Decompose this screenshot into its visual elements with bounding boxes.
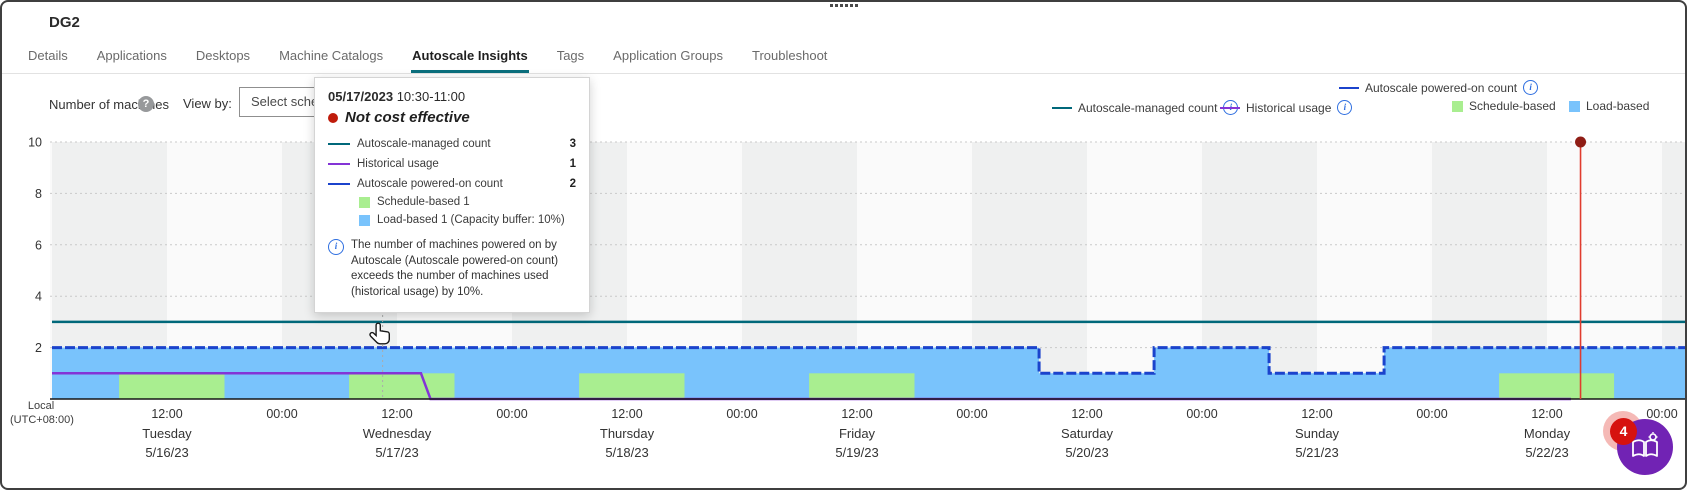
x-tick-label: 12:00 xyxy=(1531,407,1562,421)
x-day-label: Tuesday xyxy=(142,426,192,441)
page-title: DG2 xyxy=(49,14,80,31)
y-tick-label: 2 xyxy=(35,341,42,355)
legend-item-load-based: Load-based xyxy=(1569,99,1649,113)
tab-desktops[interactable]: Desktops xyxy=(195,42,251,73)
info-icon[interactable]: i xyxy=(1337,100,1352,115)
legend-item-schedule-based: Schedule-based xyxy=(1452,99,1556,113)
x-date-label: 5/17/23 xyxy=(375,445,418,460)
teal-line-swatch-icon xyxy=(1052,107,1072,109)
x-tick-label: 12:00 xyxy=(611,407,642,421)
schedule-based-block xyxy=(579,373,684,399)
teal-line-swatch-icon xyxy=(328,143,350,145)
timezone-label: Local (UTC+08:00) xyxy=(10,399,72,428)
window-drag-handle-icon[interactable] xyxy=(830,4,858,7)
tooltip-note: i The number of machines powered on by A… xyxy=(328,238,576,300)
schedule-based-block xyxy=(1499,373,1614,399)
x-date-label: 5/16/23 xyxy=(145,445,188,460)
x-day-label: Monday xyxy=(1524,426,1571,441)
x-tick-label: 00:00 xyxy=(496,407,527,421)
tooltip-status: Not cost effective xyxy=(328,109,576,126)
x-date-label: 5/20/23 xyxy=(1065,445,1108,460)
y-tick-label: 8 xyxy=(35,187,42,201)
tooltip-row: Historical usage 1 xyxy=(328,158,576,170)
x-tick-label: 12:00 xyxy=(151,407,182,421)
notification-badge[interactable]: 4 xyxy=(1610,418,1637,445)
x-day-label: Friday xyxy=(839,426,876,441)
chart-tooltip: 05/17/2023 10:30-11:00 Not cost effectiv… xyxy=(314,77,590,313)
x-day-label: Sunday xyxy=(1295,426,1340,441)
current-time-dot xyxy=(1575,137,1586,148)
purple-line-swatch-icon xyxy=(1220,107,1240,109)
x-day-label: Thursday xyxy=(600,426,655,441)
x-day-label: Wednesday xyxy=(363,426,432,441)
y-tick-label: 4 xyxy=(35,290,42,304)
legend-item-powered-on-count: Autoscale powered-on count i xyxy=(1339,80,1538,95)
tab-machine-catalogs[interactable]: Machine Catalogs xyxy=(278,42,384,73)
y-tick-label: 10 xyxy=(28,136,42,150)
x-date-label: 5/18/23 xyxy=(605,445,648,460)
schedule-based-block xyxy=(349,373,454,399)
x-tick-label: 00:00 xyxy=(956,407,987,421)
x-tick-label: 12:00 xyxy=(841,407,872,421)
autoscale-insights-window: DG2 Details Applications Desktops Machine C… xyxy=(0,0,1687,490)
x-date-label: 5/19/23 xyxy=(835,445,878,460)
info-icon: i xyxy=(328,239,344,255)
x-date-label: 5/22/23 xyxy=(1525,445,1568,460)
tab-tags[interactable]: Tags xyxy=(556,42,585,73)
blue-line-swatch-icon xyxy=(1339,87,1359,89)
tab-application-groups[interactable]: Application Groups xyxy=(612,42,724,73)
x-day-label: Saturday xyxy=(1061,426,1114,441)
tooltip-row: Autoscale powered-on count 2 xyxy=(328,178,576,190)
tab-troubleshoot[interactable]: Troubleshoot xyxy=(751,42,828,73)
legend-item-managed-count: Autoscale-managed count i xyxy=(1052,100,1238,115)
tab-applications[interactable]: Applications xyxy=(96,42,168,73)
blue-square-swatch-icon xyxy=(1569,101,1580,112)
blue-line-swatch-icon xyxy=(328,183,350,185)
blue-square-swatch-icon xyxy=(359,215,370,226)
schedule-based-block xyxy=(809,373,914,399)
x-tick-label: 00:00 xyxy=(1186,407,1217,421)
x-tick-label: 12:00 xyxy=(1301,407,1332,421)
green-square-swatch-icon xyxy=(359,197,370,208)
tooltip-row: Schedule-based 1 xyxy=(328,196,576,208)
y-tick-label: 6 xyxy=(35,238,42,252)
view-by-label: View by: xyxy=(183,96,232,111)
tab-autoscale-insights[interactable]: Autoscale Insights xyxy=(411,42,529,73)
schedule-based-block xyxy=(119,373,224,399)
x-date-label: 5/21/23 xyxy=(1295,445,1338,460)
tooltip-row: Load-based 1 (Capacity buffer: 10%) xyxy=(328,214,576,226)
purple-line-swatch-icon xyxy=(328,163,350,165)
red-dot-icon xyxy=(328,113,338,123)
x-tick-label: 12:00 xyxy=(1071,407,1102,421)
tooltip-datetime: 05/17/2023 10:30-11:00 xyxy=(328,89,576,104)
x-tick-label: 00:00 xyxy=(1416,407,1447,421)
x-tick-label: 00:00 xyxy=(266,407,297,421)
tab-details[interactable]: Details xyxy=(27,42,69,73)
info-icon[interactable]: i xyxy=(1523,80,1538,95)
autoscale-usage-chart[interactable]: 2 4 6 8 10 12:00 Tuesday 5/16/23 00:00 12:00 Wedne… xyxy=(2,130,1685,465)
tooltip-row: Autoscale-managed count 3 xyxy=(328,138,576,150)
help-icon[interactable]: ? xyxy=(138,96,154,112)
x-tick-label: 00:00 xyxy=(726,407,757,421)
tab-bar: Details Applications Desktops Machine Catal… xyxy=(2,42,1685,74)
green-square-swatch-icon xyxy=(1452,101,1463,112)
x-tick-label: 12:00 xyxy=(381,407,412,421)
legend-item-historical-usage: Historical usage i xyxy=(1220,100,1352,115)
